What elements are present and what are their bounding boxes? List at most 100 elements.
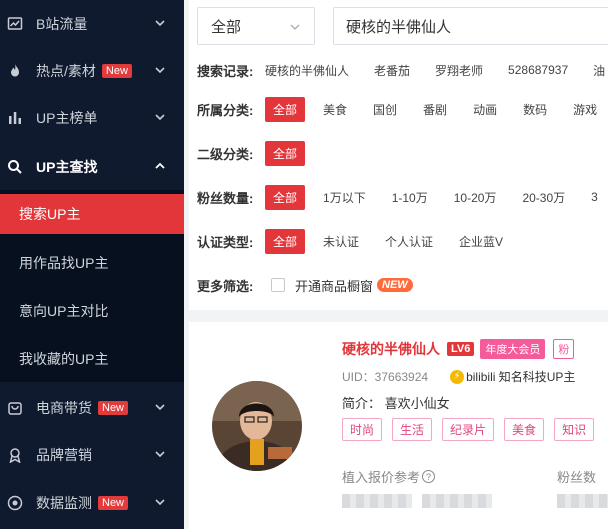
shopping-bag-icon	[7, 400, 23, 416]
chevron-down-icon	[155, 451, 165, 458]
nav-label: B站流量	[36, 15, 88, 32]
shop-window-checkbox[interactable]	[271, 278, 285, 292]
history-item[interactable]: 硬核的半佛仙人	[265, 62, 349, 79]
content-tag[interactable]: 纪录片	[442, 418, 495, 441]
history-row: 搜索记录: 硬核的半佛仙人 老番茄 罗翔老师 528687937 油	[197, 58, 608, 82]
sidebar: B站流量 热点/素材 New UP主榜单 UP主查找 搜索UP主 用作品找UP主…	[0, 0, 184, 529]
search-input[interactable]: 硬核的半佛仙人	[333, 7, 608, 45]
verify-label: 认证类型:	[197, 234, 254, 250]
avatar[interactable]	[212, 381, 302, 471]
history-label: 搜索记录:	[197, 63, 254, 79]
bili-verify-text: bilibili 知名科技UP主	[466, 370, 576, 384]
subnav-favorite-up[interactable]: 我收藏的UP主	[0, 339, 184, 379]
subnav-search-up[interactable]: 搜索UP主	[0, 194, 184, 234]
chevron-down-icon	[155, 67, 165, 74]
search-input-value: 硬核的半佛仙人	[346, 18, 452, 36]
up-result-card[interactable]: 硬核的半佛仙人 LV6 年度大会员 粉 UID：37663924 ⚡ bilib…	[189, 322, 608, 529]
chevron-down-icon	[155, 114, 165, 121]
new-badge: New	[101, 63, 132, 78]
fans-chip[interactable]: 3	[583, 186, 606, 208]
bili-verify: ⚡ bilibili 知名科技UP主	[450, 368, 575, 385]
verify-chip[interactable]: 企业蓝V	[451, 229, 511, 254]
history-item[interactable]: 油	[593, 62, 605, 79]
flame-icon	[7, 63, 23, 79]
scope-select-value: 全部	[211, 18, 242, 36]
category-chip[interactable]: 国创	[365, 97, 405, 122]
level-badge: LV6	[447, 342, 475, 356]
up-name[interactable]: 硬核的半佛仙人	[342, 339, 440, 359]
fans-badge: 粉	[553, 339, 575, 359]
subcategory-label: 二级分类:	[197, 146, 254, 162]
fans-chip[interactable]: 1万以下	[315, 185, 374, 210]
subnav-compare-up[interactable]: 意向UP主对比	[0, 291, 184, 331]
fans-chip[interactable]: 10-20万	[446, 185, 505, 210]
main-content: 全部 硬核的半佛仙人 搜索记录: 硬核的半佛仙人 老番茄 罗翔老师 528687…	[184, 0, 608, 529]
fans-label: 粉丝数量:	[197, 190, 254, 206]
nav-label: 热点/素材	[36, 62, 96, 79]
subnav-find-by-work[interactable]: 用作品找UP主	[0, 243, 184, 283]
blurred-value	[422, 494, 492, 508]
blurred-value	[557, 494, 608, 508]
verify-chip[interactable]: 个人认证	[377, 229, 441, 254]
price-label: 植入报价参考	[342, 470, 421, 485]
nav-item-hot-topics[interactable]: 热点/素材 New	[0, 47, 184, 94]
blurred-value	[342, 494, 412, 508]
verify-chip[interactable]: 未认证	[315, 229, 367, 254]
content-tag[interactable]: 生活	[392, 418, 433, 441]
nav-label: 品牌营销	[36, 446, 92, 463]
category-chip[interactable]: 番剧	[415, 97, 455, 122]
fans-chip[interactable]: 全部	[265, 184, 306, 210]
history-item[interactable]: 528687937	[508, 63, 568, 77]
scope-select[interactable]: 全部	[197, 7, 315, 45]
monitor-target-icon	[7, 495, 23, 511]
history-item[interactable]: 罗翔老师	[435, 62, 483, 79]
content-tag[interactable]: 美食	[504, 418, 545, 441]
nav-item-ecommerce[interactable]: 电商带货 New	[0, 384, 184, 431]
trend-chart-icon	[7, 16, 23, 32]
lightning-icon: ⚡	[450, 369, 465, 384]
chevron-up-icon	[155, 162, 165, 169]
nav-item-up-ranking[interactable]: UP主榜单	[0, 94, 184, 141]
category-chip[interactable]: 游戏	[565, 97, 605, 122]
uid-text: UID：37663924	[342, 370, 429, 384]
search-icon	[7, 159, 23, 175]
chevron-down-icon	[155, 499, 165, 506]
chevron-down-icon	[155, 20, 165, 27]
nav-item-bilibili-traffic[interactable]: B站流量	[0, 0, 184, 47]
chevron-down-icon	[155, 404, 165, 411]
nav-label: 数据监测	[36, 494, 92, 511]
new-badge: New	[98, 495, 129, 510]
subcategory-row: 二级分类: 全部	[197, 140, 315, 166]
history-item[interactable]: 老番茄	[374, 62, 410, 79]
filter-panel: 全部 硬核的半佛仙人 搜索记录: 硬核的半佛仙人 老番茄 罗翔老师 528687…	[189, 0, 608, 310]
content-tag[interactable]: 知识	[554, 418, 595, 441]
uid-row: UID：37663924 ⚡ bilibili 知名科技UP主	[342, 368, 575, 385]
fans-chip[interactable]: 20-30万	[514, 185, 573, 210]
nav-item-up-search[interactable]: UP主查找	[0, 143, 184, 190]
category-chip[interactable]: 美食	[315, 97, 355, 122]
new-badge: New	[98, 400, 129, 415]
fans-chip[interactable]: 1-10万	[384, 185, 436, 210]
new-tag: NEW	[377, 278, 413, 292]
chevron-down-icon	[290, 24, 300, 30]
more-filters-label: 更多筛选:	[197, 278, 254, 294]
subcategory-chip[interactable]: 全部	[265, 140, 306, 166]
more-filters-row: 更多筛选: 开通商品橱窗 NEW	[197, 273, 413, 297]
nav-label: UP主查找	[36, 158, 98, 175]
price-label-row: 植入报价参考 ?	[342, 467, 436, 486]
category-row: 所属分类: 全部 美食 国创 番剧 动画 数码 游戏	[197, 96, 608, 122]
nav-label: 电商带货	[36, 399, 92, 416]
nav-item-brand-marketing[interactable]: 品牌营销	[0, 431, 184, 478]
category-chip[interactable]: 动画	[465, 97, 505, 122]
content-tag[interactable]: 时尚	[342, 418, 383, 441]
fans-count-label: 粉丝数	[557, 470, 597, 485]
up-name-row: 硬核的半佛仙人 LV6 年度大会员 粉	[342, 339, 575, 359]
nav-item-data-monitor[interactable]: 数据监测 New	[0, 479, 184, 526]
shop-window-label[interactable]: 开通商品橱窗	[295, 276, 373, 295]
verify-row: 认证类型: 全部 未认证 个人认证 企业蓝V	[197, 228, 521, 254]
help-icon[interactable]: ?	[422, 470, 436, 483]
tag-list: 时尚 生活 纪录片 美食 知识	[342, 418, 604, 441]
verify-chip[interactable]: 全部	[265, 228, 306, 254]
category-chip[interactable]: 全部	[265, 96, 306, 122]
category-chip[interactable]: 数码	[515, 97, 555, 122]
